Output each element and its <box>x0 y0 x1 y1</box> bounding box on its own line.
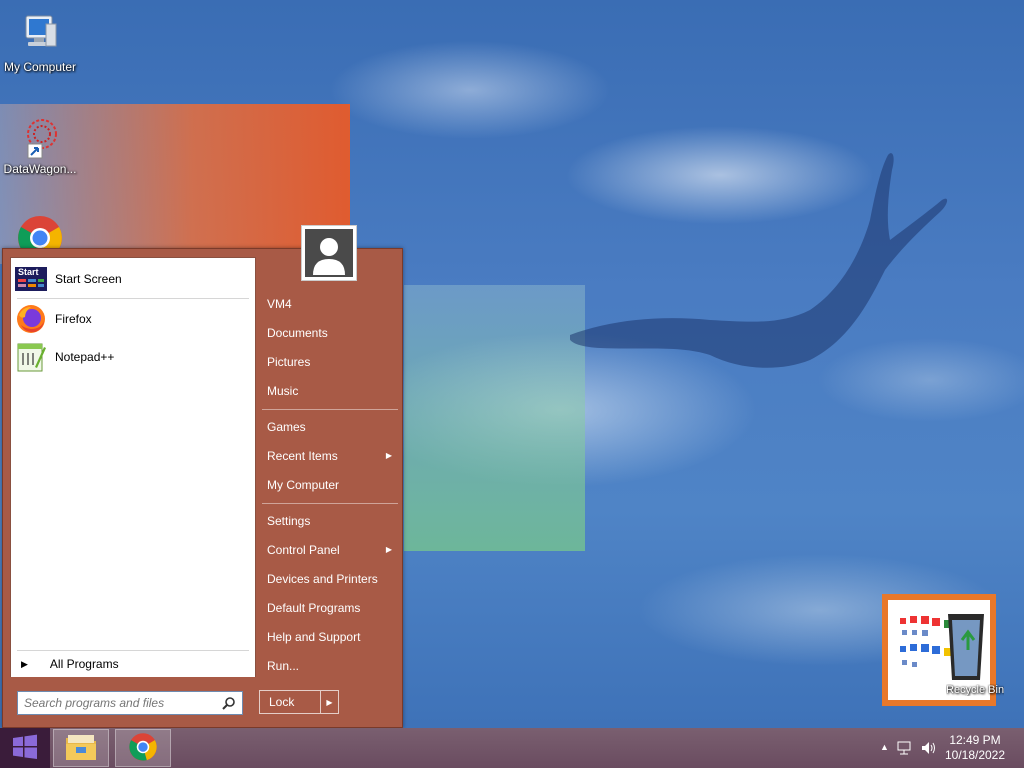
network-icon[interactable] <box>896 740 912 759</box>
desktop: My Computer DataWagon... Recycle Bin Sta… <box>0 0 1024 728</box>
pinned-start-screen[interactable]: Start Start Screen <box>15 262 251 296</box>
submenu-arrow-icon: ▶ <box>385 545 392 554</box>
taskbar: ▲ 12:49 PM 10/18/2022 <box>0 728 1024 768</box>
start-right-label: VM4 <box>267 297 292 311</box>
pinned-item-label: Start Screen <box>55 272 122 286</box>
start-right-label: Settings <box>267 514 311 528</box>
start-right-label: Music <box>267 384 299 398</box>
all-programs-button[interactable]: ▶ All Programs <box>10 651 256 677</box>
taskbar-chrome[interactable] <box>115 729 171 767</box>
start-right-label: Games <box>267 420 306 434</box>
all-programs-label: All Programs <box>49 657 119 671</box>
start-right-label: Default Programs <box>267 601 361 615</box>
file-explorer-icon <box>64 732 98 765</box>
start-menu: Start Start Screen Firefox Notepad++ ▶ A… <box>2 225 403 728</box>
start-button[interactable] <box>0 728 50 768</box>
start-right-vm4[interactable]: VM4 <box>260 291 398 317</box>
taskbar-clock[interactable]: 12:49 PM 10/18/2022 <box>940 733 1010 763</box>
datawagon-shortcut-icon <box>16 112 64 160</box>
start-menu-programs-pane: Start Start Screen Firefox Notepad++ <box>10 257 256 669</box>
user-avatar-icon <box>305 229 353 277</box>
computer-icon <box>16 10 64 58</box>
notepadpp-icon <box>15 341 47 373</box>
start-right-games[interactable]: Games <box>260 414 398 440</box>
pinned-notepadpp[interactable]: Notepad++ <box>15 340 251 374</box>
start-right-recent-items[interactable]: Recent Items ▶ <box>260 443 398 469</box>
start-screen-icon-text: Start <box>18 267 39 277</box>
wallpaper-green-panel <box>404 285 585 551</box>
firefox-icon <box>15 303 47 335</box>
desktop-icon-my-computer[interactable]: My Computer <box>0 10 80 74</box>
start-right-label: My Computer <box>267 478 340 492</box>
start-right-devices-printers[interactable]: Devices and Printers <box>260 566 398 592</box>
desktop-icon-label: DataWagon... <box>3 162 77 176</box>
start-right-documents[interactable]: Documents <box>260 320 398 346</box>
start-right-control-panel[interactable]: Control Panel ▶ <box>260 537 398 563</box>
search-input[interactable] <box>24 696 214 710</box>
start-right-label: Recent Items <box>267 449 338 463</box>
pinned-separator <box>17 298 249 299</box>
lock-label: Lock <box>269 695 295 709</box>
clock-time: 12:49 PM <box>949 733 1001 747</box>
start-right-default-programs[interactable]: Default Programs <box>260 595 398 621</box>
start-screen-icon: Start <box>15 263 47 295</box>
start-right-pictures[interactable]: Pictures <box>260 349 398 375</box>
right-separator <box>262 503 398 504</box>
submenu-arrow-icon: ▶ <box>385 451 392 460</box>
start-right-label: Control Panel <box>267 543 340 557</box>
pinned-firefox[interactable]: Firefox <box>15 302 251 336</box>
start-right-label: Pictures <box>267 355 311 369</box>
start-right-music[interactable]: Music <box>260 378 398 404</box>
desktop-icon-label: Recycle Bin <box>946 684 1005 696</box>
chrome-icon <box>128 732 158 765</box>
desktop-icon-label: My Computer <box>3 60 77 74</box>
start-right-my-computer[interactable]: My Computer <box>260 472 398 498</box>
clock-date: 10/18/2022 <box>944 748 1006 762</box>
show-hidden-icons-icon[interactable]: ▲ <box>880 742 889 752</box>
wallpaper-diver-silhouette <box>570 153 947 368</box>
search-programs-box[interactable] <box>17 691 243 715</box>
start-right-run[interactable]: Run... <box>260 653 398 679</box>
desktop-icon-recycle-bin[interactable]: Recycle Bin <box>882 594 1004 706</box>
search-icon[interactable] <box>222 696 236 713</box>
lock-options-arrow-icon[interactable]: ▶ <box>320 691 338 713</box>
windows-logo-icon <box>12 734 38 763</box>
user-account-picture[interactable] <box>301 225 357 281</box>
start-right-settings[interactable]: Settings <box>260 508 398 534</box>
system-tray: ▲ 12:49 PM 10/18/2022 <box>864 728 1024 768</box>
pinned-item-label: Firefox <box>55 312 92 326</box>
start-right-label: Documents <box>267 326 328 340</box>
start-right-label: Help and Support <box>267 630 361 644</box>
taskbar-file-explorer[interactable] <box>53 729 109 767</box>
play-arrow-icon: ▶ <box>21 658 28 669</box>
volume-icon[interactable] <box>920 740 936 759</box>
start-right-label: Run... <box>267 659 300 673</box>
desktop-icon-datawagon[interactable]: DataWagon... <box>0 112 80 176</box>
lock-button[interactable]: Lock ▶ <box>259 690 339 714</box>
start-right-label: Devices and Printers <box>267 572 378 586</box>
right-separator <box>262 409 398 410</box>
start-right-help-support[interactable]: Help and Support <box>260 624 398 650</box>
pinned-item-label: Notepad++ <box>55 350 115 364</box>
